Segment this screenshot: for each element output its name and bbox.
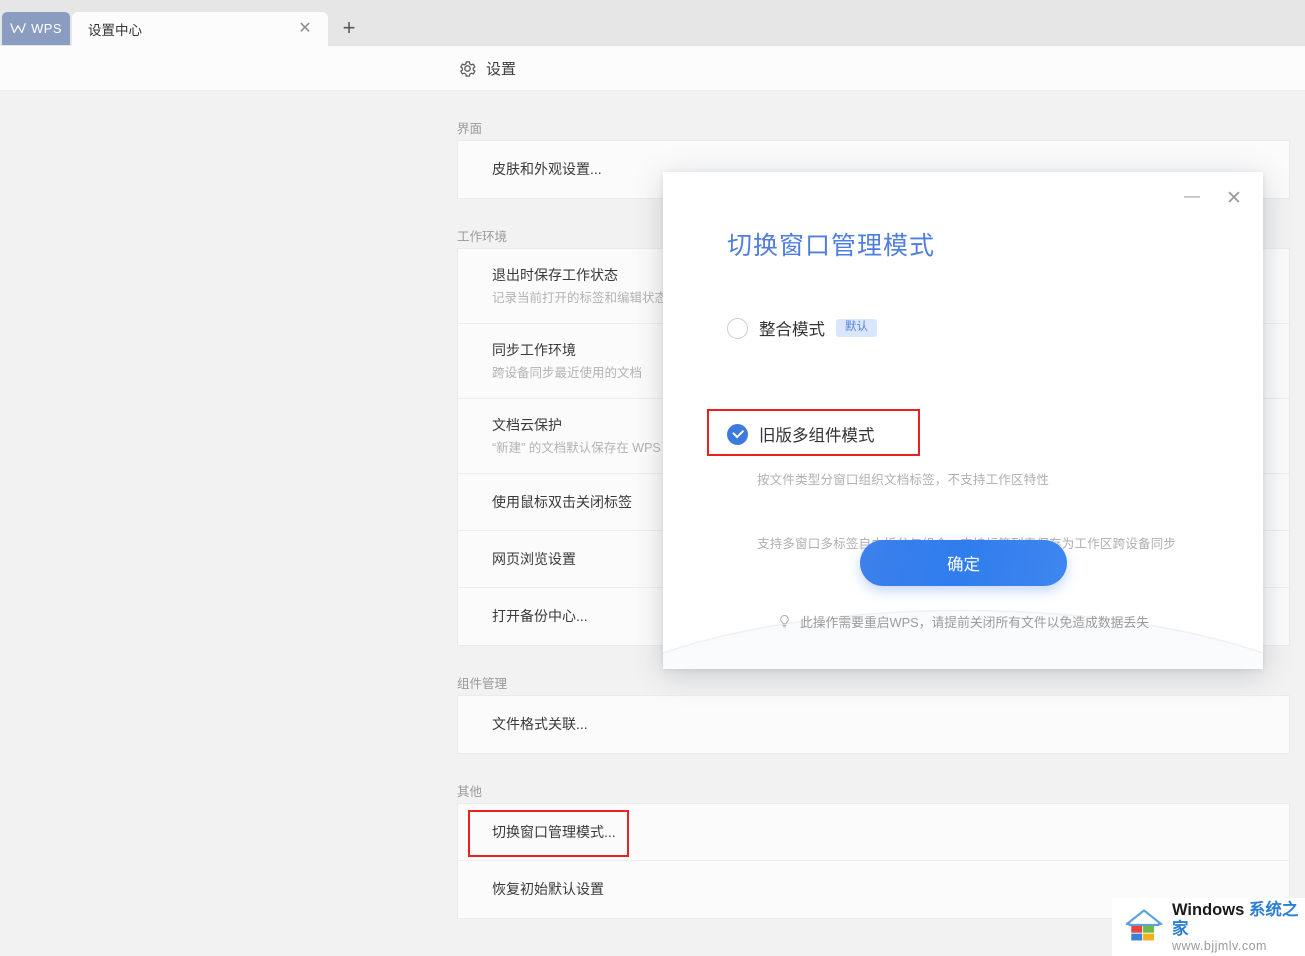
option-integrated-mode[interactable]: 整合模式 默认: [727, 316, 877, 340]
add-tab-icon[interactable]: +: [337, 16, 361, 40]
tab-label: 设置中心: [88, 23, 142, 38]
group-label-workspace: 工作环境: [457, 230, 508, 244]
app-window: WPS 设置中心 ✕ + 设置 界面 皮肤和外观设置... 工作环境 退出时保存…: [0, 0, 1305, 956]
row-title: 切换窗口管理模式...: [492, 823, 616, 840]
group-label-other: 其他: [457, 785, 483, 799]
group-label-components: 组件管理: [457, 677, 508, 691]
option-label: 整合模式: [759, 321, 825, 339]
watermark-brand: Windows 系统之家: [1172, 901, 1305, 939]
watermark-brand-en: Windows: [1172, 900, 1249, 919]
dialog-title: 切换窗口管理模式: [727, 232, 936, 260]
default-badge: 默认: [836, 318, 877, 338]
row-switch-window-mode[interactable]: 切换窗口管理模式...: [458, 804, 1289, 861]
wps-home-label: WPS: [31, 21, 62, 36]
watermark-url: www.bjjmlv.com: [1172, 938, 1267, 953]
row-title: 恢复初始默认设置: [492, 881, 604, 897]
settings-header: 设置: [0, 46, 1305, 91]
confirm-button[interactable]: 确定: [860, 540, 1067, 586]
wps-home-button[interactable]: WPS: [2, 12, 70, 45]
radio-checked-icon[interactable]: [727, 423, 748, 445]
tab-bar: WPS 设置中心 ✕ +: [0, 0, 1305, 46]
wps-logo-icon: [10, 22, 26, 35]
dialog-footer-note: 此操作需要重启WPS，请提前关闭所有文件以免造成数据丢失: [663, 612, 1263, 631]
close-icon[interactable]: ✕: [296, 20, 314, 38]
radio-unchecked-icon[interactable]: [727, 317, 748, 339]
row-title: 文件格式关联...: [492, 716, 588, 732]
windows-house-logo-icon: [1124, 906, 1164, 949]
row-file-format-association[interactable]: 文件格式关联...: [458, 696, 1289, 753]
watermark: Windows 系统之家 www.bjjmlv.com: [1112, 898, 1305, 956]
page-title: 设置: [486, 60, 517, 78]
option-label: 旧版多组件模式: [759, 427, 875, 445]
option-description-legacy: 按文件类型分窗口组织文档标签，不支持工作区特性: [757, 473, 1050, 487]
lightbulb-icon: [777, 614, 792, 629]
minimize-icon[interactable]: —: [1177, 186, 1207, 214]
gear-icon: [458, 59, 477, 78]
footer-note-text: 此操作需要重启WPS，请提前关闭所有文件以免造成数据丢失: [799, 615, 1150, 630]
close-icon[interactable]: ✕: [1219, 186, 1249, 214]
settings-card-components: 文件格式关联...: [457, 695, 1290, 754]
tab-settings-center[interactable]: 设置中心 ✕: [72, 12, 328, 46]
group-label-interface: 界面: [457, 122, 483, 136]
switch-window-mode-dialog: — ✕ 切换窗口管理模式 整合模式 默认 支持多窗口多标签自由拆分与组合，支持标…: [663, 172, 1263, 669]
option-legacy-multi-component-mode[interactable]: 旧版多组件模式: [727, 422, 875, 446]
